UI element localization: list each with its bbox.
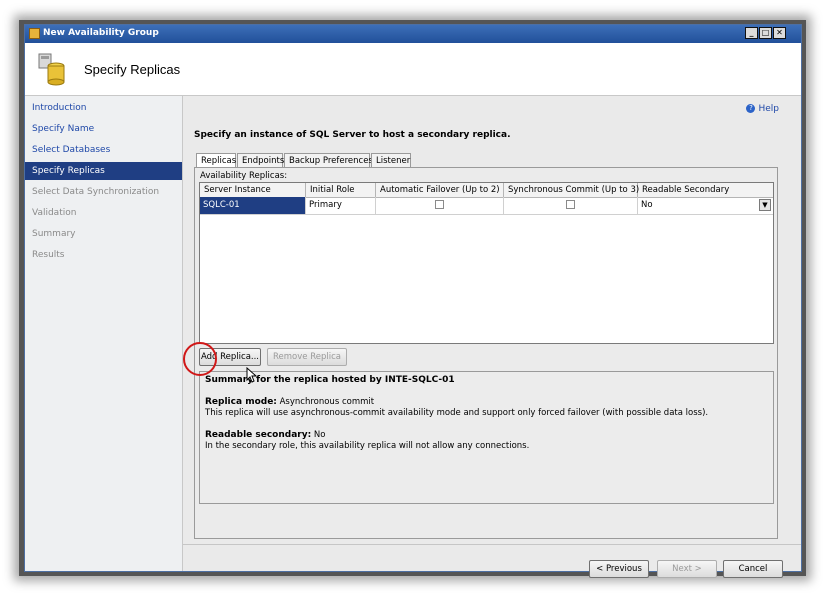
col-readable-secondary[interactable]: Readable Secondary (638, 183, 773, 197)
replicas-tab-panel: Availability Replicas: Server Instance I… (194, 167, 778, 539)
cell-synchronous-commit (504, 197, 638, 214)
minimize-icon[interactable]: _ (745, 27, 758, 39)
automatic-failover-checkbox[interactable] (435, 200, 444, 209)
footer-divider (183, 544, 801, 545)
nav-item-specify-replicas[interactable]: Specify Replicas (25, 162, 182, 180)
col-initial-role[interactable]: Initial Role (306, 183, 376, 197)
page-header: Specify Replicas (25, 43, 801, 96)
replica-summary-panel: Summary for the replica hosted by INTE-S… (199, 371, 774, 504)
nav-item-select-databases[interactable]: Select Databases (25, 141, 182, 159)
cell-server-instance[interactable]: SQLC-01 (200, 197, 306, 214)
instruction-text: Specify an instance of SQL Server to hos… (194, 130, 511, 140)
nav-item-introduction[interactable]: Introduction (25, 99, 182, 117)
help-icon: ? (746, 104, 756, 113)
col-automatic-failover[interactable]: Automatic Failover (Up to 2) (376, 183, 504, 197)
wizard-window: New Availability Group _ □ ✕ Specify Rep… (24, 24, 802, 578)
window-title: New Availability Group (43, 28, 159, 38)
tab-backup-preferences[interactable]: Backup Preferences (284, 153, 373, 167)
tab-replicas[interactable]: Replicas (196, 153, 236, 168)
remove-replica-button: Remove Replica (267, 348, 347, 366)
page-title: Specify Replicas (84, 62, 181, 77)
readable-secondary-value: No (641, 200, 653, 210)
cell-automatic-failover (376, 197, 504, 214)
nav-item-results: Results (32, 250, 65, 260)
readable-secondary-description: In the secondary role, this availability… (205, 441, 530, 451)
replica-mode-description: This replica will use asynchronous-commi… (205, 408, 709, 418)
database-icon (38, 53, 65, 86)
next-button: Next > (657, 560, 717, 578)
chevron-down-icon[interactable]: ▼ (759, 199, 771, 211)
table-row[interactable]: SQLC-01 Primary No ▼ (200, 197, 773, 215)
maximize-icon[interactable]: □ (759, 27, 772, 39)
grid-header: Server Instance Initial Role Automatic F… (200, 183, 773, 198)
cell-initial-role: Primary (306, 197, 376, 214)
highlight-circle (183, 342, 217, 376)
replica-mode-label: Replica mode: (205, 397, 277, 407)
main-panel: ? Help Specify an instance of SQL Server … (183, 96, 801, 578)
synchronous-commit-checkbox[interactable] (566, 200, 575, 209)
nav-item-summary: Summary (32, 229, 76, 239)
nav-item-select-data-sync: Select Data Synchronization (32, 187, 160, 197)
col-synchronous-commit[interactable]: Synchronous Commit (Up to 3) (504, 183, 639, 197)
nav-item-specify-name[interactable]: Specify Name (25, 120, 182, 138)
help-link[interactable]: ? Help (746, 104, 779, 114)
readable-secondary-label: Readable secondary: (205, 430, 312, 440)
help-label: Help (758, 104, 779, 114)
replica-mode-value: Asynchronous commit (279, 397, 375, 407)
close-icon[interactable]: ✕ (773, 27, 786, 39)
readable-secondary-select[interactable]: No ▼ (638, 197, 773, 214)
title-bar[interactable]: New Availability Group _ □ ✕ (25, 25, 801, 43)
tab-endpoints[interactable]: Endpoints (237, 153, 284, 167)
wizard-nav: Introduction Specify Name Select Databas… (25, 96, 183, 571)
availability-replicas-label: Availability Replicas: (200, 171, 288, 181)
app-icon (29, 28, 40, 39)
replicas-grid[interactable]: Server Instance Initial Role Automatic F… (199, 182, 774, 344)
tab-listener[interactable]: Listener (371, 153, 411, 167)
previous-button[interactable]: < Previous (589, 560, 649, 578)
mouse-cursor-icon (246, 367, 258, 383)
cancel-button[interactable]: Cancel (723, 560, 783, 578)
col-server-instance[interactable]: Server Instance (200, 183, 306, 197)
readable-secondary-summary-value: No (313, 430, 326, 440)
nav-item-validation: Validation (32, 208, 77, 218)
summary-heading: Summary for the replica hosted by INTE-S… (205, 375, 455, 385)
